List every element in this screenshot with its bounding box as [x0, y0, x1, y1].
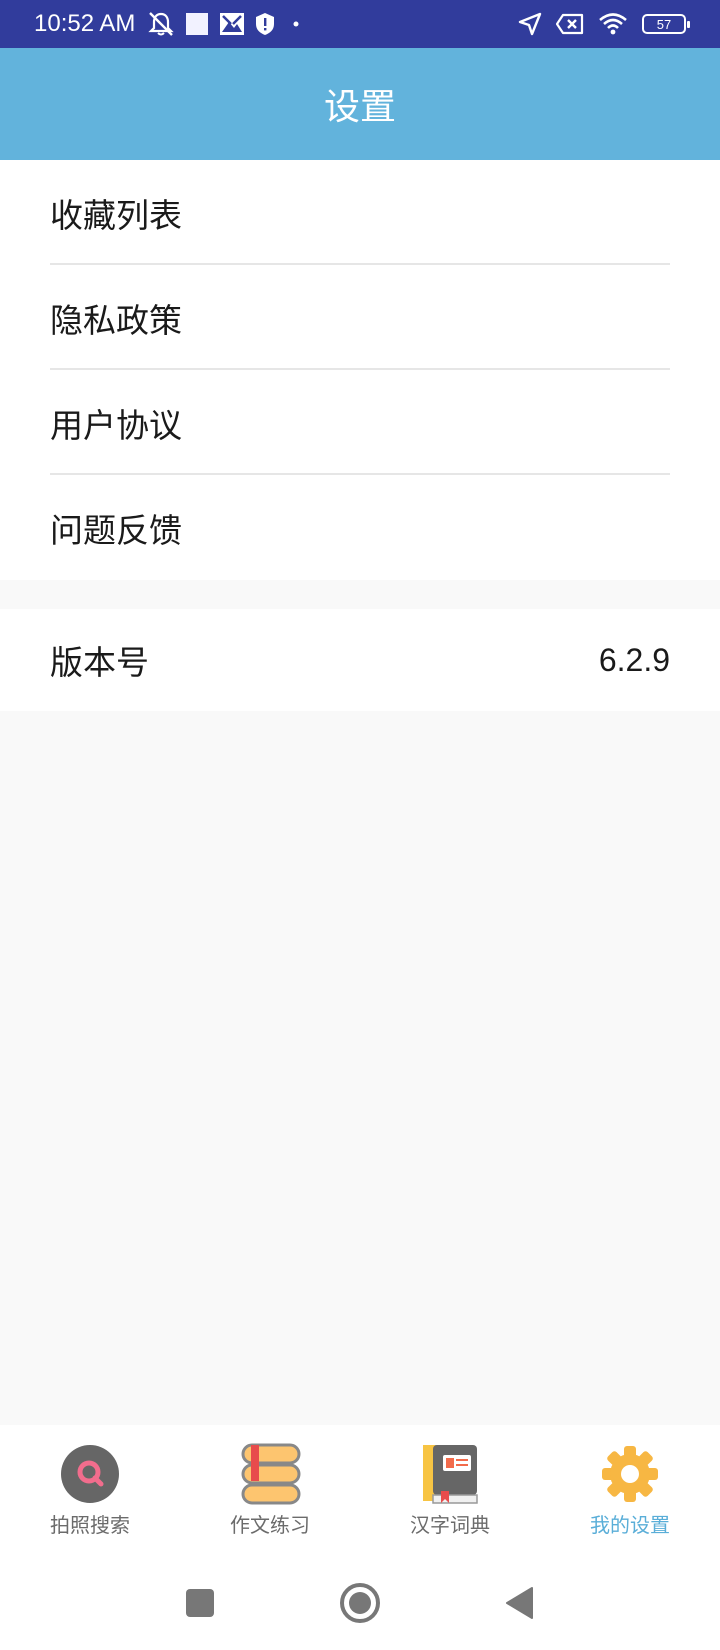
nav-item-essay-practice[interactable]: 作文练习	[180, 1425, 360, 1555]
location-arrow-icon	[518, 12, 542, 36]
nav-item-my-settings[interactable]: 我的设置	[540, 1425, 720, 1555]
system-nav-bar	[0, 1555, 720, 1650]
nav-item-photo-search[interactable]: 拍照搜索	[0, 1425, 180, 1555]
battery-icon: 57	[642, 14, 690, 34]
sim-off-icon	[556, 13, 584, 35]
back-button[interactable]	[490, 1573, 550, 1633]
books-icon	[241, 1443, 301, 1505]
menu-item-user-agreement[interactable]: 用户协议	[0, 370, 720, 475]
menu-item-privacy-policy[interactable]: 隐私政策	[0, 265, 720, 370]
menu-item-label: 用户协议	[50, 405, 182, 445]
nav-label: 拍照搜索	[50, 1513, 130, 1537]
status-left-icons	[147, 11, 309, 37]
blank-square-icon	[185, 12, 209, 36]
wifi-icon	[598, 12, 628, 36]
version-row: 版本号 6.2.9	[0, 609, 720, 711]
dictionary-icon	[423, 1445, 478, 1504]
status-bar: 10:52 AM 57	[0, 0, 720, 48]
status-time: 10:52 AM	[34, 10, 136, 37]
battery-level: 57	[642, 14, 690, 34]
menu-item-label: 隐私政策	[50, 300, 182, 340]
home-circle-icon	[340, 1582, 380, 1623]
photo-search-icon	[61, 1445, 119, 1503]
shield-icon	[255, 12, 275, 36]
gear-icon	[602, 1446, 658, 1502]
menu-item-feedback[interactable]: 问题反馈	[0, 475, 720, 580]
back-triangle-icon	[506, 1586, 533, 1619]
bottom-nav: 拍照搜索 作文练习 汉字词典 我的设置	[0, 1425, 720, 1555]
nav-label: 作文练习	[230, 1513, 310, 1537]
notifications-off-icon	[147, 11, 175, 37]
settings-menu: 收藏列表 隐私政策 用户协议 问题反馈	[0, 160, 720, 580]
menu-item-label: 问题反馈	[50, 510, 182, 550]
recents-square-icon	[186, 1588, 214, 1617]
nav-item-dictionary[interactable]: 汉字词典	[360, 1425, 540, 1555]
status-right-icons: 57	[504, 12, 690, 36]
menu-item-favorites[interactable]: 收藏列表	[0, 160, 720, 265]
home-button[interactable]	[330, 1573, 390, 1633]
photo-icon	[219, 12, 245, 36]
nav-label: 汉字词典	[410, 1513, 490, 1537]
menu-item-label: 收藏列表	[50, 195, 182, 235]
nav-label: 我的设置	[590, 1513, 670, 1537]
dot-icon	[293, 21, 299, 27]
version-label: 版本号	[50, 643, 149, 682]
version-value: 6.2.9	[598, 641, 670, 678]
page-title: 设置	[323, 87, 396, 128]
recents-button[interactable]	[170, 1573, 230, 1633]
title-bar: 设置	[0, 48, 720, 160]
